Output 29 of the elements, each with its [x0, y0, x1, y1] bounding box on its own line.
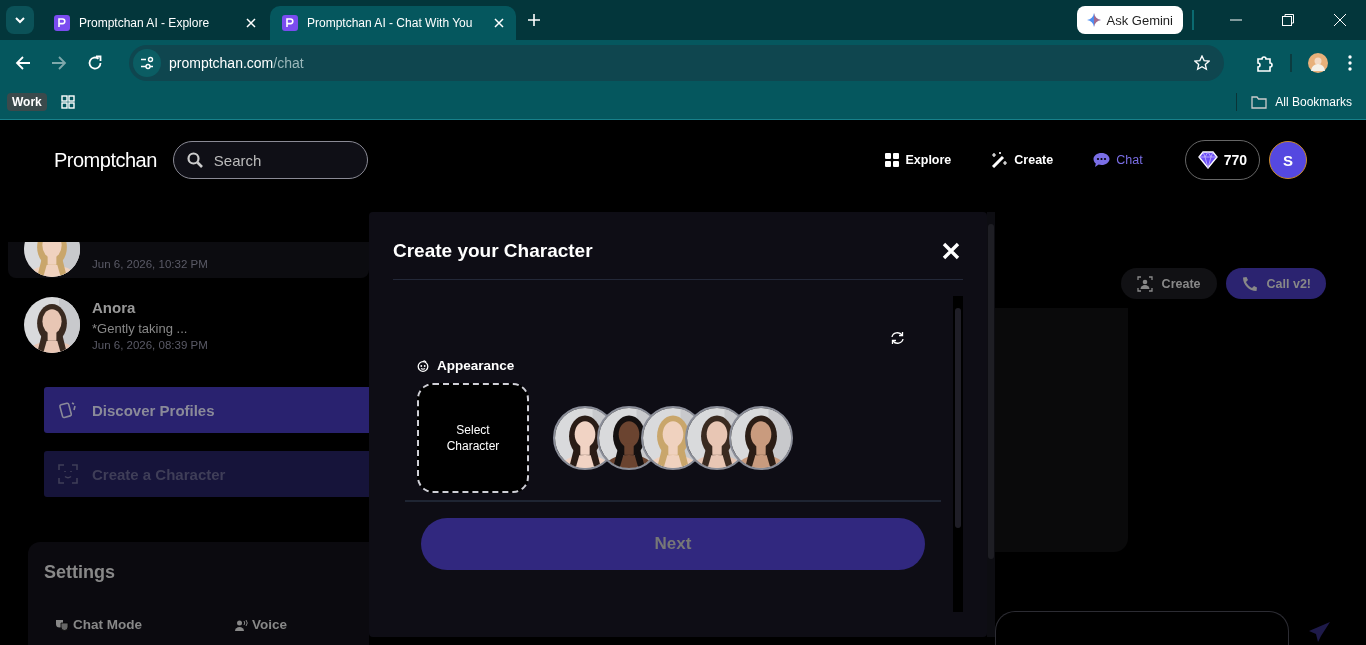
discover-profiles-button[interactable]: Discover Profiles	[44, 387, 369, 433]
all-bookmarks-button[interactable]: All Bookmarks	[1251, 95, 1352, 109]
chat-time: Jun 6, 2026, 08:39 PM	[92, 339, 208, 351]
nav-link[interactable]: Explore	[885, 153, 952, 167]
browser-tab[interactable]: Promptchan AI - Explore	[42, 6, 268, 40]
chat-item[interactable]: Anora *Gently taking ... Jun 6, 2026, 08:39 PM	[8, 297, 369, 353]
tab-title: Promptchan AI - Explore	[79, 16, 211, 30]
work-profile-label[interactable]: Work	[7, 93, 47, 111]
select-character-button[interactable]: Select Character	[417, 383, 529, 493]
chat-name: Anora	[92, 299, 137, 316]
site-logo[interactable]: Promptchan	[54, 148, 157, 172]
dialog-title: Create your Character	[393, 239, 593, 262]
setting-label: Voice	[252, 617, 287, 632]
nav-link[interactable]: Create	[991, 152, 1054, 168]
section-label: Appearance	[437, 358, 515, 373]
call-button[interactable]: Call v2!	[1225, 268, 1326, 299]
search-field[interactable]: Search	[172, 141, 368, 179]
create-button[interactable]: Create	[1120, 268, 1217, 299]
chat-preview: *Gently taking ...	[92, 321, 189, 336]
chat-time: Jun 6, 2026, 10:32 PM	[92, 258, 208, 270]
address-bar[interactable]: promptchan.com/chat	[129, 44, 1224, 81]
tab-title: Promptchan AI - Chat With You	[307, 16, 474, 30]
setting-label: Chat Mode	[73, 617, 142, 632]
user-avatar[interactable]: S	[1269, 141, 1307, 179]
nav-link[interactable]: Chat	[1093, 152, 1143, 168]
ask-gemini-button[interactable]: Ask Gemini	[1076, 6, 1183, 34]
settings-title: Settings	[44, 562, 115, 582]
url-text: promptchan.com/chat	[169, 54, 305, 71]
browser-tab[interactable]: Promptchan AI - Chat With You	[270, 6, 516, 40]
